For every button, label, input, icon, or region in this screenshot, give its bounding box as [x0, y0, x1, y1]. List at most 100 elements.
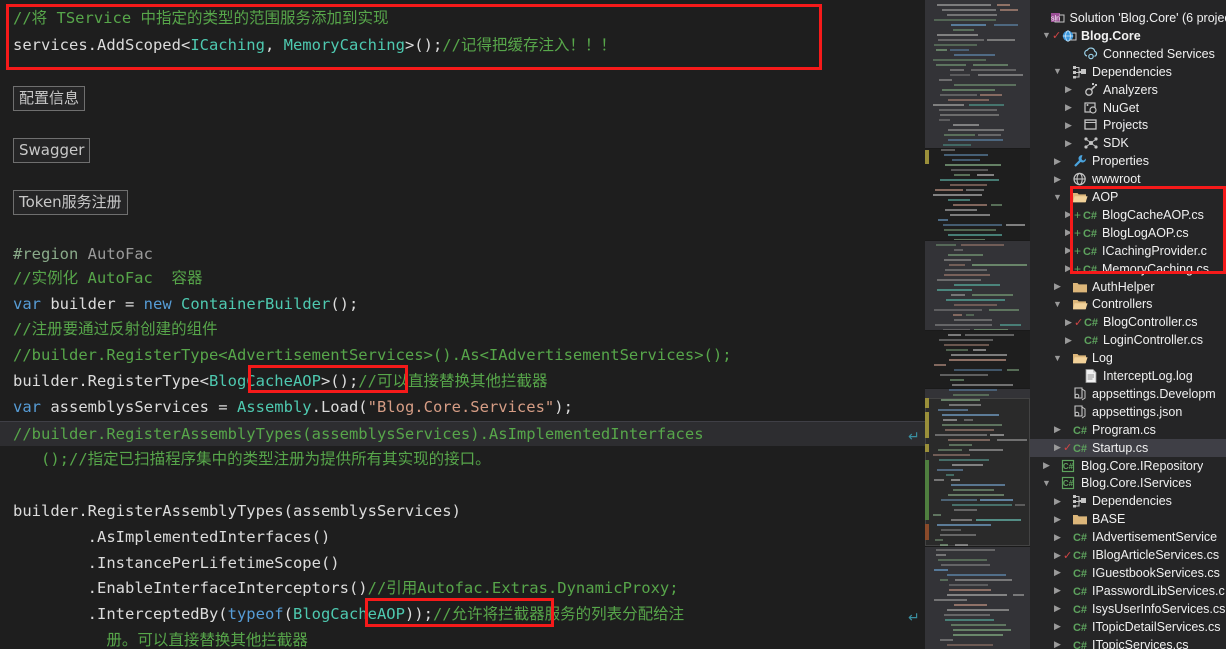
- solution-tree-item[interactable]: ▶ NuGet: [1030, 99, 1226, 117]
- solution-item-label: NuGet: [1103, 100, 1140, 115]
- chevron-right-icon[interactable]: ▶: [1052, 282, 1063, 291]
- chevron-right-icon[interactable]: ▶: [1052, 622, 1063, 631]
- chevron-right-icon[interactable]: ▶: [1052, 604, 1063, 613]
- chevron-down-icon[interactable]: ▼: [1041, 478, 1052, 488]
- code-line[interactable]: .EnableInterfaceInterceptors()//引用Autofa…: [0, 576, 925, 601]
- code-line[interactable]: .AsImplementedInterfaces(): [0, 525, 925, 550]
- code-line-blank[interactable]: [0, 473, 925, 498]
- solution-tree-item[interactable]: ▼ Controllers: [1030, 295, 1226, 313]
- chevron-right-icon[interactable]: ▶: [1063, 85, 1074, 94]
- code-line[interactable]: var builder = new ContainerBuilder();: [0, 292, 925, 317]
- solution-tree-item[interactable]: ▶ SDK: [1030, 134, 1226, 152]
- solution-tree-item[interactable]: ▶ C# IGuestbookServices.cs: [1030, 564, 1226, 582]
- solution-tree-item[interactable]: ▶ + C# ICachingProvider.c: [1030, 242, 1226, 260]
- code-line[interactable]: 册。可以直接替换其他拦截器: [0, 628, 925, 649]
- chevron-right-icon[interactable]: ▶: [1052, 568, 1063, 577]
- editor-minimap[interactable]: [925, 0, 1030, 649]
- solution-tree-item[interactable]: ▶ Dependencies: [1030, 492, 1226, 510]
- solution-explorer-panel[interactable]: sln Solution 'Blog.Core' (6 project ▼ ✓ Blog…: [1030, 0, 1226, 649]
- chevron-right-icon[interactable]: ▶: [1052, 425, 1063, 434]
- chevron-right-icon[interactable]: ▶: [1052, 640, 1063, 649]
- solution-tree-item[interactable]: ▶ ✓ C# IBlogArticleServices.cs: [1030, 546, 1226, 564]
- solution-tree-item[interactable]: appsettings.Developm: [1030, 385, 1226, 403]
- dependencies-icon: [1072, 64, 1088, 80]
- solution-tree-item[interactable]: ▶ C# ITopicServices.cs: [1030, 636, 1226, 649]
- collapsed-region-swagger[interactable]: Swagger: [13, 138, 91, 163]
- solution-tree-item[interactable]: ▶ Analyzers: [1030, 81, 1226, 99]
- csharp-file-icon: C#: [1083, 332, 1099, 348]
- solution-tree-item[interactable]: ▼ Log: [1030, 349, 1226, 367]
- chevron-down-icon[interactable]: ▼: [1052, 299, 1063, 309]
- solution-tree-item[interactable]: ▼ AOP: [1030, 188, 1226, 206]
- collapsed-region-config[interactable]: 配置信息: [13, 86, 86, 111]
- solution-tree-item[interactable]: ▶ C# IAdvertisementService: [1030, 528, 1226, 546]
- code-line[interactable]: #region AutoFac: [0, 242, 925, 267]
- code-token: );: [554, 398, 573, 416]
- code-line[interactable]: //builder.RegisterType<AdvertisementServ…: [0, 343, 925, 368]
- chevron-right-icon[interactable]: ▶: [1052, 496, 1063, 506]
- solution-tree-item[interactable]: ▶ C# ITopicDetailServices.cs: [1030, 618, 1226, 636]
- code-line[interactable]: ();//指定已扫描程序集中的类型注册为提供所有其实现的接口。: [0, 447, 925, 472]
- solution-tree-item[interactable]: sln Solution 'Blog.Core' (6 project: [1030, 9, 1226, 27]
- code-line[interactable]: var assemblysServices = Assembly.Load("B…: [0, 395, 925, 420]
- solution-tree-item[interactable]: ▼ Dependencies: [1030, 63, 1226, 81]
- solution-tree-item[interactable]: ▼ ✓ Blog.Core: [1030, 27, 1226, 45]
- minimap-viewport-slider[interactable]: [925, 398, 1030, 546]
- chevron-down-icon[interactable]: ▼: [1052, 192, 1063, 202]
- solution-tree-item[interactable]: ▶ Properties: [1030, 152, 1226, 170]
- minimap-code-line: [1013, 594, 1024, 596]
- solution-tree-item[interactable]: ▶ + C# BlogLogAOP.cs: [1030, 224, 1226, 242]
- code-line[interactable]: builder.RegisterType<BlogCacheAOP>();//可…: [0, 369, 925, 394]
- solution-tree-item[interactable]: ▶ + C# MemoryCaching.cs: [1030, 260, 1226, 278]
- chevron-down-icon[interactable]: ▼: [1052, 353, 1063, 363]
- solution-tree-item[interactable]: Connected Services: [1030, 45, 1226, 63]
- code-line[interactable]: //注册要通过反射创建的组件: [0, 317, 925, 342]
- chevron-right-icon[interactable]: ▶: [1052, 443, 1063, 452]
- solution-tree-item[interactable]: ▶ C# LoginController.cs: [1030, 331, 1226, 349]
- solution-tree-item[interactable]: ▶ wwwroot: [1030, 170, 1226, 188]
- solution-tree-item[interactable]: ▶ ✓ C# BlogController.cs: [1030, 313, 1226, 331]
- code-line[interactable]: builder.RegisterAssemblyTypes(assemblysS…: [0, 499, 925, 524]
- chevron-right-icon[interactable]: ▶: [1052, 514, 1063, 524]
- chevron-down-icon[interactable]: ▼: [1052, 67, 1063, 76]
- chevron-right-icon[interactable]: ▶: [1063, 138, 1074, 148]
- solution-tree-item[interactable]: ▼ C# Blog.Core.IServices: [1030, 474, 1226, 492]
- code-line[interactable]: services.AddScoped<ICaching, MemoryCachi…: [0, 33, 925, 58]
- code-line[interactable]: .InterceptedBy(typeof(BlogCacheAOP));//允…: [0, 602, 925, 627]
- chevron-right-icon[interactable]: ▶: [1052, 174, 1063, 184]
- solution-tree-item[interactable]: ▶ + C# BlogCacheAOP.cs: [1030, 206, 1226, 224]
- solution-tree-item[interactable]: appsettings.json: [1030, 403, 1226, 421]
- chevron-right-icon[interactable]: ▶: [1052, 532, 1063, 542]
- solution-tree-item[interactable]: ▶ AuthHelper: [1030, 278, 1226, 296]
- minimap-code-line: [978, 74, 1023, 76]
- collapsed-region-token[interactable]: Token服务注册: [13, 190, 128, 215]
- chevron-right-icon[interactable]: ▶: [1063, 246, 1074, 255]
- chevron-right-icon[interactable]: ▶: [1063, 264, 1074, 273]
- solution-tree-item[interactable]: ▶ C# IsysUserInfoServices.cs: [1030, 600, 1226, 618]
- code-line-highlighted[interactable]: //builder.RegisterAssemblyTypes(assembly…: [0, 421, 925, 446]
- solution-tree-item[interactable]: ▶ BASE: [1030, 510, 1226, 528]
- chevron-right-icon[interactable]: ▶: [1063, 120, 1074, 130]
- chevron-right-icon[interactable]: ▶: [1063, 210, 1074, 219]
- solution-tree-item[interactable]: InterceptLog.log: [1030, 367, 1226, 385]
- chevron-right-icon[interactable]: ▶: [1052, 156, 1063, 166]
- chevron-right-icon[interactable]: ▶: [1063, 103, 1074, 112]
- minimap-code-line: [945, 164, 1001, 166]
- code-editor[interactable]: //将 TService 中指定的类型的范围服务添加到实现 services.A…: [0, 0, 925, 649]
- chevron-right-icon[interactable]: ▶: [1052, 550, 1063, 560]
- chevron-down-icon[interactable]: ▼: [1041, 31, 1052, 40]
- solution-tree-item[interactable]: ▶ C# Program.cs: [1030, 421, 1226, 439]
- code-line[interactable]: .InstancePerLifetimeScope(): [0, 551, 925, 576]
- code-line[interactable]: //将 TService 中指定的类型的范围服务添加到实现: [0, 6, 925, 31]
- chevron-right-icon[interactable]: ▶: [1041, 461, 1052, 470]
- chevron-right-icon[interactable]: ▶: [1063, 228, 1074, 237]
- minimap-code-line: [940, 94, 977, 96]
- code-line[interactable]: //实例化 AutoFac 容器: [0, 266, 925, 291]
- solution-tree-item[interactable]: ▶ C# IPasswordLibServices.c: [1030, 582, 1226, 600]
- solution-tree-item[interactable]: ▶ Projects: [1030, 116, 1226, 134]
- chevron-right-icon[interactable]: ▶: [1063, 317, 1074, 327]
- chevron-right-icon[interactable]: ▶: [1052, 586, 1063, 595]
- chevron-right-icon[interactable]: ▶: [1063, 335, 1074, 345]
- solution-tree-item[interactable]: ▶ ✓ C# Startup.cs: [1030, 438, 1226, 457]
- solution-tree-item[interactable]: ▶ C# Blog.Core.IRepository: [1030, 457, 1226, 475]
